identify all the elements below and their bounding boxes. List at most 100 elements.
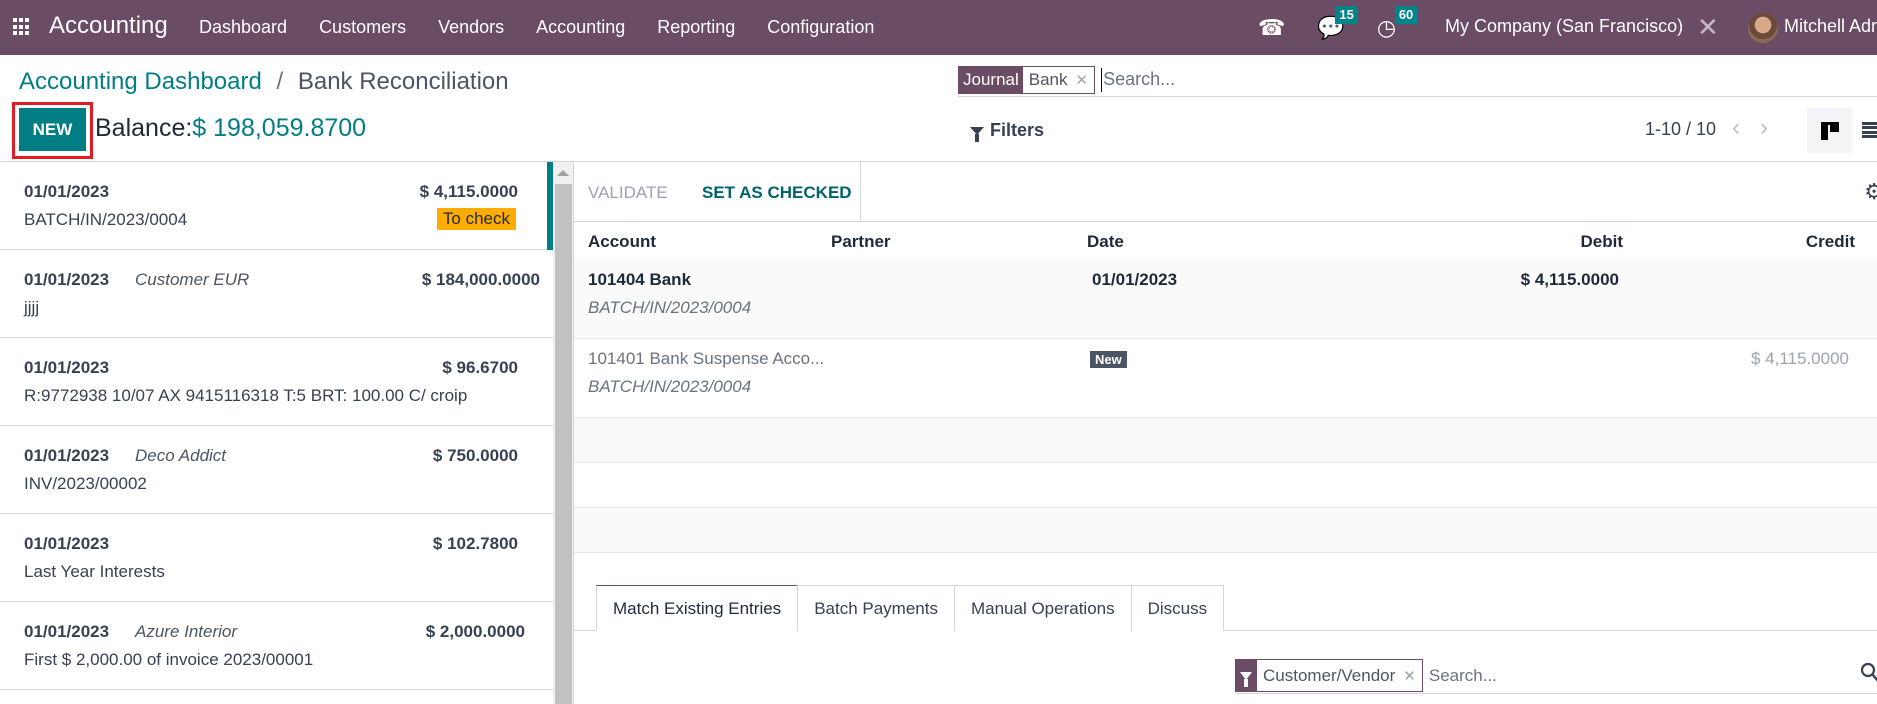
statement-label: INV/2023/00002	[24, 474, 147, 493]
tab-manual-operations[interactable]: Manual Operations	[953, 585, 1132, 631]
new-button[interactable]: NEW	[19, 108, 86, 151]
messages-icon[interactable]: 💬 15	[1317, 5, 1358, 41]
statement-date: 01/01/2023	[24, 270, 110, 289]
statement-amount: $ 750.0000	[432, 446, 518, 465]
app-name[interactable]: Accounting	[49, 12, 168, 40]
statement-label: First $ 2,000.00 of invoice 2023/00001	[24, 650, 314, 669]
top-navbar: Accounting Dashboard Customers Vendors A…	[0, 0, 1877, 55]
breadcrumb-current: Bank Reconciliation	[297, 68, 509, 95]
facet-value-text: Bank	[1028, 69, 1068, 89]
validate-button[interactable]: VALIDATE	[588, 183, 668, 203]
statement-label: R:9772938 10/07 AX 9415116318 T:5 BRT: 1…	[24, 386, 468, 405]
statement-date: 01/01/2023	[24, 446, 110, 465]
company-switcher[interactable]: My Company (San Francisco)	[1445, 16, 1683, 37]
menu-accounting[interactable]: Accounting	[536, 17, 625, 38]
kanban-icon	[1820, 121, 1839, 140]
list-view-button[interactable]	[1862, 122, 1877, 138]
menu-reporting[interactable]: Reporting	[657, 17, 735, 38]
table-header: Account Partner Date Debit Credit	[574, 222, 1877, 260]
statement-date: 01/01/2023	[24, 534, 110, 553]
statement-label: jjjj	[24, 298, 40, 317]
menu-dashboard[interactable]: Dashboard	[199, 17, 287, 38]
statement-partner: Deco Addict	[135, 446, 227, 465]
empty-row	[574, 418, 1877, 463]
statement-amount: $ 102.7800	[432, 534, 518, 553]
scroll-thumb[interactable]	[555, 184, 572, 704]
facet-value-text: Customer/Vendor	[1263, 665, 1396, 685]
statement-date: 01/01/2023	[24, 358, 110, 377]
phone-icon[interactable]: ☎	[1258, 15, 1285, 41]
menu-customers[interactable]: Customers	[319, 17, 406, 38]
table-row[interactable]: 101401 Bank Suspense Acco... BATCH/IN/20…	[574, 339, 1877, 418]
pager-next-icon[interactable]: ›	[1760, 114, 1768, 142]
search-bar: Journal Bank ✕	[958, 63, 1877, 97]
remove-facet-icon[interactable]: ✕	[1076, 71, 1089, 89]
statement-line[interactable]: 01/01/2023 $ 4,115.0000 BATCH/IN/2023/00…	[0, 162, 553, 250]
tab-batch-payments[interactable]: Batch Payments	[797, 585, 955, 631]
col-debit: Debit	[1580, 232, 1624, 251]
new-badge: New	[1090, 351, 1127, 368]
statement-amount: $ 2,000.0000	[425, 622, 525, 641]
set-as-checked-button[interactable]: SET AS CHECKED	[702, 183, 852, 203]
statement-lines-list: 01/01/2023 $ 4,115.0000 BATCH/IN/2023/00…	[0, 162, 553, 704]
table-row[interactable]: 101404 Bank BATCH/IN/2023/0004 01/01/202…	[574, 260, 1877, 339]
scroll-up-arrow-icon[interactable]	[557, 170, 569, 176]
statement-line[interactable]: 01/01/2023 $ 96.6700 R:9772938 10/07 AX …	[0, 338, 553, 426]
facet-value: Bank ✕	[1022, 66, 1095, 93]
empty-row	[574, 463, 1877, 508]
filters-label: Filters	[990, 120, 1045, 140]
line-account: 101404 Bank	[588, 270, 692, 289]
statement-line[interactable]: 01/01/2023 Customer EUR $ 184,000.0000 j…	[0, 250, 553, 338]
filters-button[interactable]: Filters	[970, 120, 1045, 142]
line-reference: BATCH/IN/2023/0004	[588, 377, 752, 396]
main-menu: Dashboard Customers Vendors Accounting R…	[199, 17, 906, 38]
statement-partner: Customer EUR	[135, 270, 250, 289]
line-date: 01/01/2023	[1092, 270, 1178, 289]
facet-filter-icon	[1236, 660, 1257, 691]
tab-discuss[interactable]: Discuss	[1130, 585, 1225, 631]
breadcrumb-accounting-dashboard[interactable]: Accounting Dashboard	[19, 68, 262, 95]
balance: Balance:$ 198,059.8700	[95, 114, 366, 143]
col-partner: Partner	[831, 232, 891, 251]
menu-configuration[interactable]: Configuration	[767, 17, 874, 38]
statement-amount: $ 4,115.0000	[419, 182, 518, 201]
statement-list-scrollbar[interactable]	[553, 162, 573, 704]
reconcile-toolbar: VALIDATE SET AS CHECKED ⚙	[574, 162, 1877, 222]
line-credit: $ 4,115.0000	[1751, 349, 1849, 368]
kanban-view-button[interactable]	[1807, 108, 1852, 153]
pager-value[interactable]: 1-10 / 10	[1645, 119, 1716, 140]
empty-row	[574, 508, 1877, 553]
statement-line[interactable]: 01/01/2023 Azure Interior $ 2,000.0000 F…	[0, 602, 553, 690]
statement-label: Last Year Interests	[24, 562, 165, 581]
menu-vendors[interactable]: Vendors	[438, 17, 504, 38]
activities-clock-icon[interactable]: ◷ 60	[1377, 5, 1418, 41]
pager-previous-icon[interactable]: ‹	[1732, 114, 1740, 142]
col-account: Account	[588, 232, 656, 251]
user-menu[interactable]: Mitchell Admin	[1784, 16, 1877, 37]
col-date: Date	[1087, 232, 1124, 251]
search-input[interactable]	[1101, 67, 1502, 92]
statement-amount: $ 184,000.0000	[421, 270, 540, 289]
apps-menu-icon[interactable]	[13, 18, 31, 36]
facet-label: Journal	[959, 66, 1023, 93]
tab-match-existing-entries[interactable]: Match Existing Entries	[596, 585, 799, 631]
statement-date: 01/01/2023	[24, 182, 110, 201]
filter-icon	[970, 126, 984, 142]
breadcrumb: Accounting Dashboard / Bank Reconciliati…	[19, 68, 509, 96]
search-icon[interactable]	[1860, 662, 1877, 684]
balance-label: Balance:	[95, 114, 193, 142]
match-search-input[interactable]	[1428, 665, 1829, 686]
remove-facet-icon[interactable]: ✕	[1403, 667, 1416, 685]
reconcile-panel: VALIDATE SET AS CHECKED ⚙ Account Partne…	[573, 162, 1877, 704]
debug-tools-icon[interactable]: ✕	[1697, 12, 1719, 43]
statement-line[interactable]: 01/01/2023 Deco Addict $ 750.0000 INV/20…	[0, 426, 553, 514]
gear-icon[interactable]: ⚙	[1864, 179, 1877, 205]
user-avatar[interactable]	[1748, 13, 1778, 43]
activities-badge: 60	[1394, 5, 1418, 24]
systray: ☎ 💬 15 ◷ 60	[1258, 0, 1428, 55]
reconcile-tabs: Match Existing Entries Batch Payments Ma…	[596, 585, 1225, 631]
search-facet-customer-vendor: Customer/Vendor ✕	[1235, 659, 1423, 692]
to-check-badge: To check	[436, 208, 516, 230]
messages-badge: 15	[1335, 5, 1358, 24]
statement-line[interactable]: 01/01/2023 $ 102.7800 Last Year Interest…	[0, 514, 553, 602]
